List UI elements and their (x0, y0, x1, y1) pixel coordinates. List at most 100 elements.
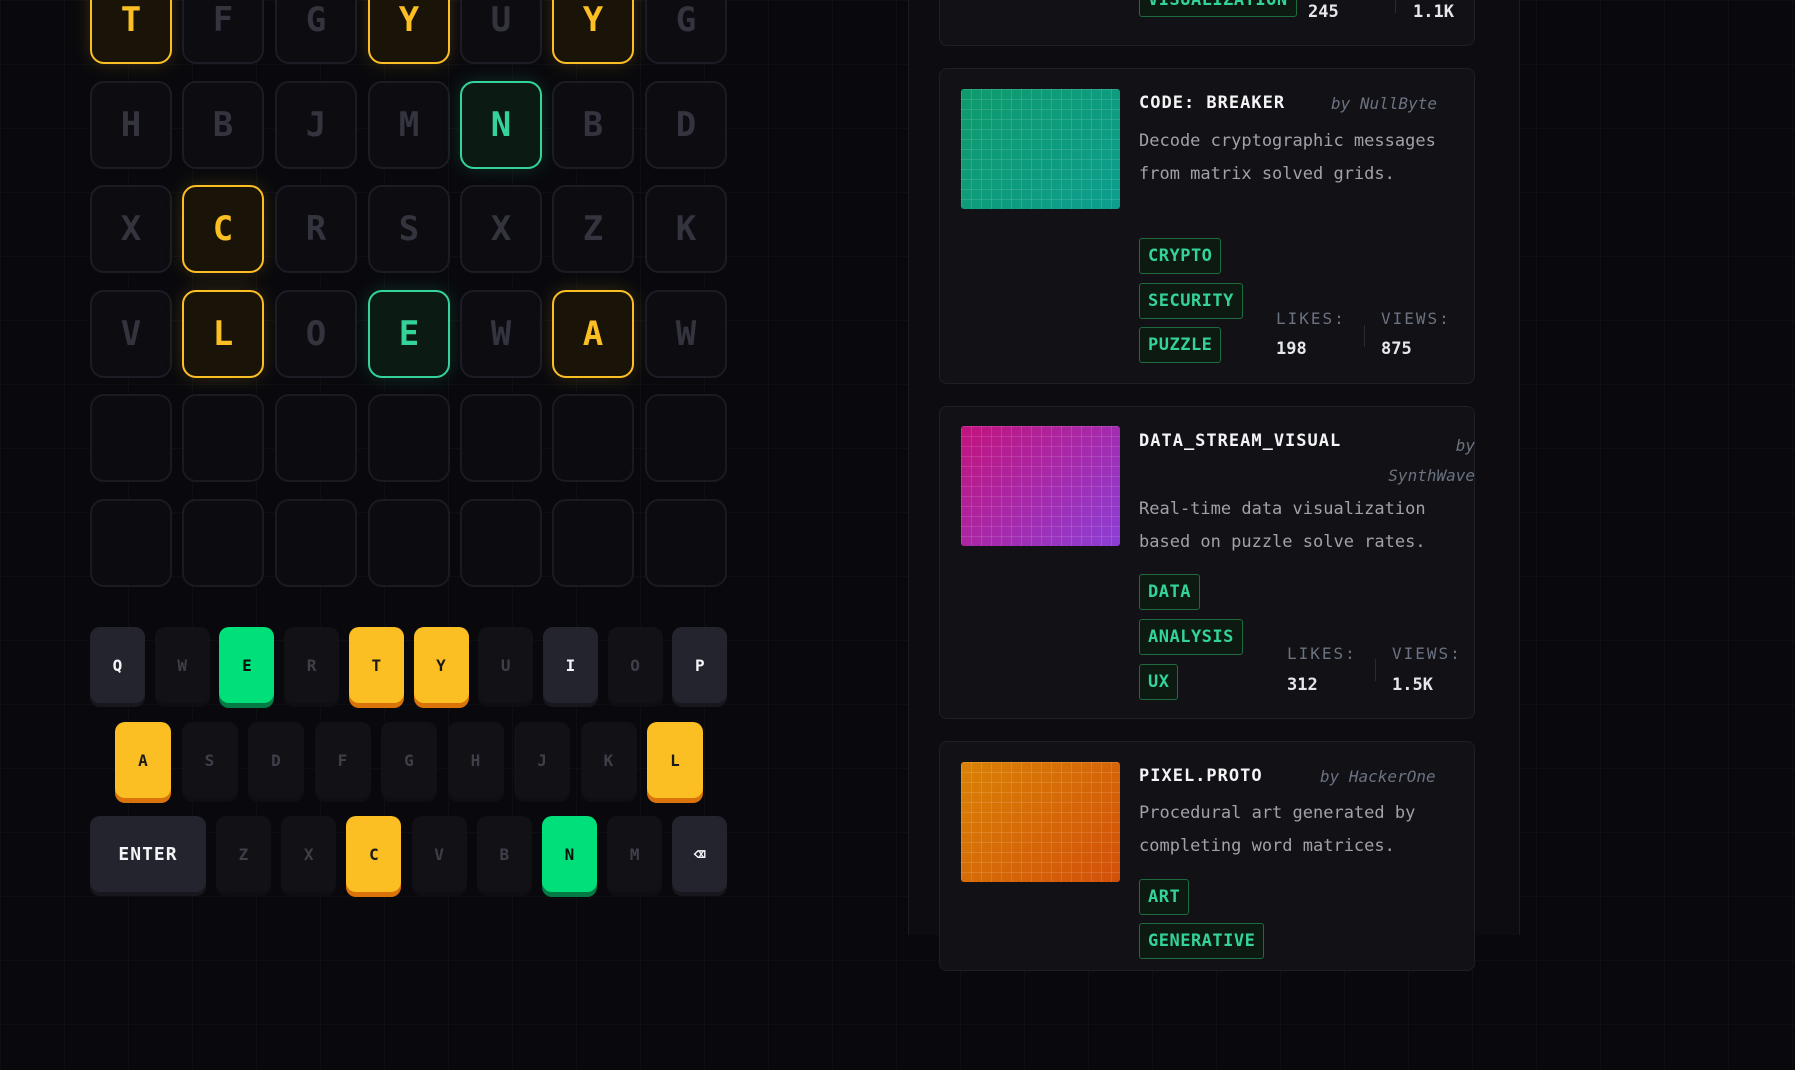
empty-tile (182, 498, 264, 587)
key-c[interactable]: C (346, 816, 402, 892)
empty-tile (552, 498, 634, 587)
letter-tile: F (182, 0, 264, 64)
letter-tile: K (645, 185, 727, 273)
letter-tile: G (275, 0, 357, 64)
key-label: V (434, 844, 444, 864)
key-label: M (629, 844, 640, 864)
tag-generative[interactable]: GENERATIVE (1139, 923, 1265, 959)
empty-tile (90, 394, 172, 482)
project-thumbnail (961, 89, 1120, 209)
letter-tile: N (460, 80, 542, 169)
empty-tile (460, 498, 542, 587)
empty-tile (275, 394, 357, 482)
letter-tile: U (460, 0, 542, 64)
letter-tile: O (275, 289, 357, 378)
key-j[interactable]: J (514, 722, 570, 798)
key-d[interactable]: D (248, 722, 304, 798)
key-w[interactable]: W (154, 627, 210, 703)
project-author[interactable]: by NullByte (1331, 94, 1437, 113)
key-label: P (694, 655, 705, 675)
project-card-pixel-proto[interactable]: PIXEL.PROTO by HackerOne Procedural art … (939, 741, 1475, 971)
project-thumbnail (961, 426, 1120, 546)
key-n[interactable]: N (542, 816, 597, 892)
views-count: 875 (1381, 339, 1412, 359)
key-label: D (271, 750, 281, 770)
key-label: J (537, 750, 547, 770)
key-a[interactable]: A (115, 722, 171, 798)
tag-data[interactable]: DATA (1139, 574, 1200, 610)
key-b[interactable]: B (476, 816, 532, 892)
key-p[interactable]: P (672, 627, 728, 703)
letter-tile: H (90, 80, 172, 169)
key-x[interactable]: X (281, 816, 337, 892)
key-r[interactable]: R (284, 627, 340, 703)
backspace-key[interactable]: ⌫ (672, 816, 727, 892)
key-q[interactable]: Q (90, 627, 145, 703)
key-label: X (303, 844, 314, 864)
key-label: W (177, 655, 187, 675)
empty-tile (275, 498, 357, 587)
project-card-previous[interactable]: VISUALIZATION 245 1.1K (939, 0, 1475, 46)
key-g[interactable]: G (381, 722, 437, 798)
letter-tile: T (90, 0, 172, 64)
views-count: 1.5K (1392, 675, 1433, 695)
letter-tile: R (275, 185, 357, 273)
project-card-data-stream[interactable]: DATA_STREAM_VISUAL by SynthWave Real-tim… (939, 406, 1475, 719)
key-s[interactable]: S (181, 722, 238, 798)
letter-tile: L (182, 289, 264, 378)
likes-count: 312 (1287, 675, 1318, 695)
tag-crypto[interactable]: CRYPTO (1139, 238, 1222, 274)
letter-tile: S (368, 185, 450, 273)
letter-tile: E (368, 289, 450, 378)
key-label: R (306, 655, 317, 675)
project-description: Decode cryptographic messages from matri… (1139, 131, 1436, 184)
key-e[interactable]: E (219, 627, 275, 703)
key-label: H (470, 750, 481, 770)
key-o[interactable]: O (607, 627, 663, 703)
enter-key[interactable]: ENTER (90, 816, 206, 892)
letter-tile: G (645, 0, 727, 64)
key-h[interactable]: H (447, 722, 504, 798)
letter-tile: X (90, 185, 172, 273)
views-label: VIEWS: (1381, 309, 1451, 328)
tag-security[interactable]: SECURITY (1139, 283, 1243, 319)
key-label: I (565, 655, 576, 675)
project-author[interactable]: by SynthWave (1371, 431, 1475, 491)
tag-puzzle[interactable]: PUZZLE (1139, 327, 1222, 363)
key-label: C (369, 844, 379, 864)
key-t[interactable]: T (348, 627, 404, 703)
likes-label: LIKES: (1287, 644, 1357, 663)
tag-art[interactable]: ART (1139, 879, 1190, 915)
empty-tile (645, 394, 727, 482)
letter-tile: V (90, 289, 172, 378)
key-z[interactable]: Z (216, 816, 271, 892)
project-author[interactable]: by HackerOne (1320, 767, 1436, 786)
project-card-code-breaker[interactable]: CODE: BREAKER by NullByte Decode cryptog… (939, 68, 1475, 384)
key-label: B (499, 844, 510, 864)
key-label: G (404, 750, 414, 770)
key-f[interactable]: F (314, 722, 371, 798)
key-y[interactable]: Y (413, 627, 469, 703)
tag-ux[interactable]: UX (1139, 664, 1179, 700)
project-tag[interactable]: VISUALIZATION (1139, 0, 1297, 17)
key-label: Q (112, 655, 123, 675)
key-label: F (337, 750, 348, 770)
key-k[interactable]: K (580, 722, 637, 798)
empty-tile (368, 394, 450, 482)
empty-tile (90, 498, 172, 587)
letter-tile: B (552, 80, 634, 169)
key-label: U (500, 655, 511, 675)
project-thumbnail (961, 762, 1120, 882)
key-u[interactable]: U (478, 627, 534, 703)
key-label: T (371, 655, 382, 675)
likes-count: 198 (1276, 339, 1307, 359)
project-title: CODE: BREAKER (1139, 93, 1286, 113)
key-i[interactable]: I (542, 627, 598, 703)
tag-analysis[interactable]: ANALYSIS (1139, 619, 1243, 655)
stat-divider (1364, 325, 1365, 347)
key-label: O (630, 655, 640, 675)
key-v[interactable]: V (411, 816, 467, 892)
key-label: Z (238, 844, 249, 864)
key-l[interactable]: L (647, 722, 703, 798)
key-m[interactable]: M (607, 816, 663, 892)
